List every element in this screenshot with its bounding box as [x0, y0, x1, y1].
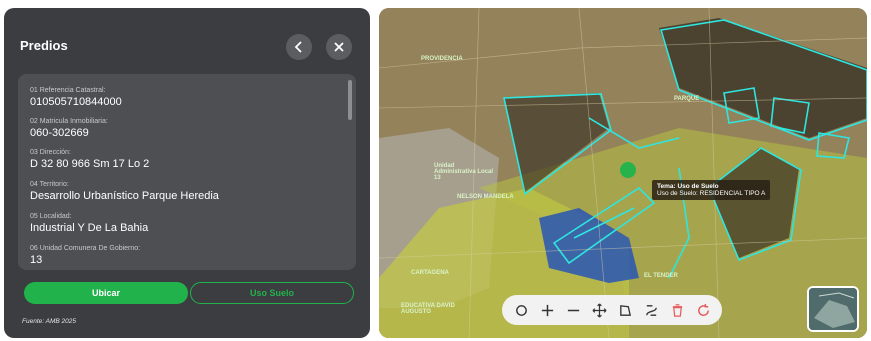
predios-panel: Predios 01 Referencia Catastral: 0105057…: [4, 8, 370, 338]
map-view[interactable]: PROVIDENCIA PARQUE Unidad Administrativa…: [379, 8, 867, 338]
map-label-parque: PARQUE: [674, 96, 700, 102]
field-matricula-inmobiliaria: 02 Matricula Inmobiliaria: 060-302669: [30, 117, 108, 140]
uso-suelo-button[interactable]: Uso Suelo: [190, 282, 354, 304]
zoom-out-icon: [567, 309, 579, 311]
field-value: 010505710844000: [30, 96, 122, 108]
refresh-icon: [697, 303, 709, 316]
field-territorio: 04 Territorio: Desarrollo Urbanístico Pa…: [30, 180, 219, 203]
field-value: 060-302669: [30, 127, 89, 139]
delete-button[interactable]: [666, 299, 688, 321]
map-label-cartagena: CARTAGENA: [411, 270, 449, 276]
panel-title: Predios: [20, 38, 68, 53]
map-toolbar: [502, 295, 722, 325]
field-direccion: 03 Dirección: D 32 80 966 Sm 17 Lo 2: [30, 148, 149, 171]
field-label: 03 Dirección:: [30, 149, 71, 156]
field-label: 05 Localidad:: [30, 213, 72, 220]
map-label-unidad-administrativa: Unidad Administrativa Local 13: [434, 163, 494, 181]
ubicar-button[interactable]: Ubicar: [24, 282, 188, 304]
map-label-providencia: PROVIDENCIA: [421, 56, 463, 62]
pan-move-icon: [592, 303, 606, 317]
close-icon: [334, 42, 344, 52]
route-tool-icon: [645, 304, 657, 316]
refresh-button[interactable]: [692, 299, 714, 321]
field-referencia-catastral: 01 Referencia Catastral: 010505710844000: [30, 86, 122, 109]
field-value: D 32 80 966 Sm 17 Lo 2: [30, 158, 150, 170]
tooltip-title: Tema: Uso de Suelo: [657, 183, 719, 190]
delete-icon: [672, 303, 682, 317]
pan-button[interactable]: [588, 299, 610, 321]
zoom-in-icon: [541, 304, 553, 316]
basemap-switcher[interactable]: [807, 286, 859, 332]
field-value: Industrial Y De La Bahia: [30, 222, 149, 234]
source-footer: Fuente: AMB 2025: [22, 318, 76, 325]
map-label-el-tender: EL TENDER: [644, 273, 678, 279]
field-localidad: 05 Localidad: Industrial Y De La Bahia: [30, 212, 148, 235]
polygon-tool-button[interactable]: [614, 299, 636, 321]
field-value: Desarrollo Urbanístico Parque Heredia: [30, 190, 219, 202]
map-label-educativa: EDUCATIVA DAVID AUGUSTO: [401, 303, 455, 315]
field-label: 06 Unidad Comunera De Gobierno:: [30, 245, 141, 252]
field-value: 13: [30, 254, 43, 266]
map-tooltip: Tema: Uso de Suelo Uso de Suelo: RESIDEN…: [652, 180, 771, 200]
tooltip-value: Uso de Suelo: RESIDENCIAL TIPO A: [657, 190, 766, 197]
predio-details-list[interactable]: 01 Referencia Catastral: 010505710844000…: [18, 74, 356, 270]
zoom-out-button[interactable]: [562, 299, 584, 321]
field-label: 02 Matricula Inmobiliaria:: [30, 118, 108, 125]
basemap-thumbnail: [809, 288, 857, 330]
route-tool-button[interactable]: [640, 299, 662, 321]
chevron-left-icon: [294, 41, 302, 53]
field-label: 01 Referencia Catastral:: [30, 87, 106, 94]
polygon-tool-icon: [619, 304, 631, 316]
scrollbar[interactable]: [348, 80, 352, 120]
field-label: 04 Territorio:: [30, 181, 69, 188]
circle-tool-icon: [515, 304, 527, 316]
field-unidad-comunera: 06 Unidad Comunera De Gobierno: 13: [30, 244, 140, 267]
zoom-in-button[interactable]: [536, 299, 558, 321]
map-label-nelson-mandela: NELSON MANDELA: [457, 194, 514, 200]
back-button[interactable]: [286, 34, 312, 60]
circle-tool-button[interactable]: [510, 299, 532, 321]
close-button[interactable]: [326, 34, 352, 60]
